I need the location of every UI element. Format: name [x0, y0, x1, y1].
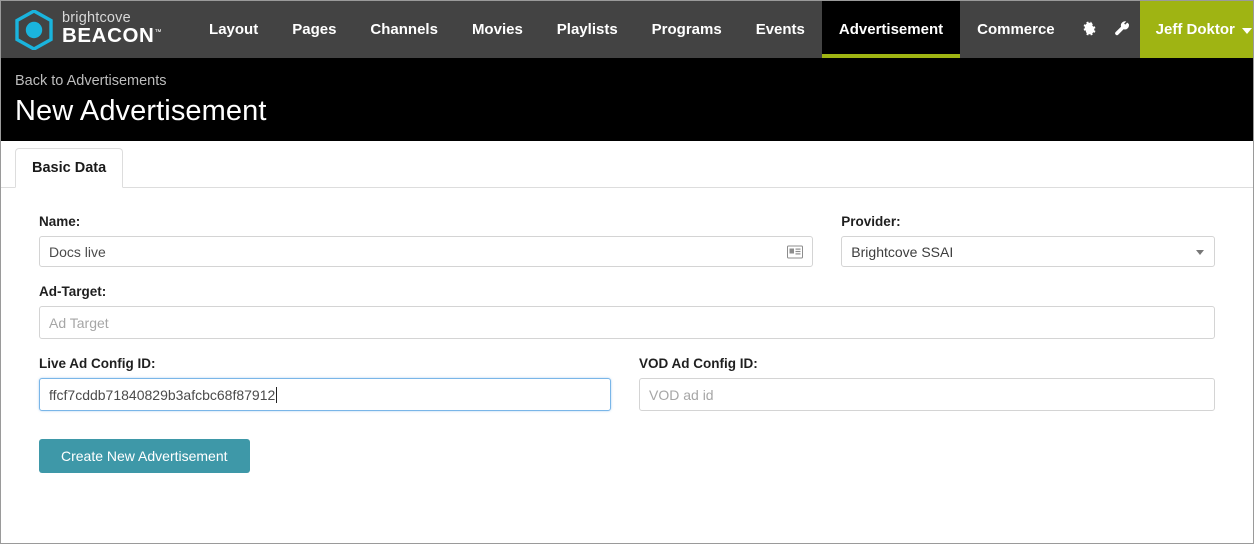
tab-bar: Basic Data [1, 141, 1253, 188]
provider-select[interactable]: Brightcove SSAI [841, 236, 1215, 267]
nav-item-channels[interactable]: Channels [353, 1, 455, 58]
field-group-provider: Provider: Brightcove SSAI [841, 214, 1215, 267]
provider-label: Provider: [841, 214, 901, 229]
provider-select-value: Brightcove SSAI [851, 243, 954, 260]
app-window: brightcove BEACON™ Layout Pages Channels… [0, 0, 1254, 544]
back-to-advertisements-link[interactable]: Back to Advertisements [15, 73, 167, 89]
gear-icon[interactable] [1072, 1, 1106, 58]
chevron-down-icon [1196, 249, 1204, 255]
nav-item-events[interactable]: Events [739, 1, 822, 58]
vod-ad-config-id-input[interactable]: VOD ad id [639, 378, 1215, 411]
live-ad-config-id-value: ffcf7cddb71840829b3afcbc68f87912 [49, 386, 276, 403]
ad-target-input[interactable]: Ad Target [39, 306, 1215, 339]
nav-item-programs[interactable]: Programs [635, 1, 739, 58]
name-input-value: Docs live [49, 243, 106, 260]
form-row-name-provider: Name: Docs live Provider: Brightcove SSA… [39, 214, 1215, 267]
contact-card-icon[interactable] [787, 245, 804, 258]
page-header: Back to Advertisements New Advertisement [1, 58, 1253, 141]
user-menu[interactable]: Jeff Doktor [1139, 1, 1253, 58]
nav-item-playlists[interactable]: Playlists [540, 1, 635, 58]
brand-name-bottom: BEACON™ [62, 24, 163, 47]
ad-target-placeholder: Ad Target [49, 314, 109, 331]
chevron-down-icon [1241, 27, 1252, 34]
text-cursor [276, 386, 278, 403]
field-group-vod-ad-config-id: VOD Ad Config ID: VOD ad id [639, 356, 1215, 411]
nav-item-layout[interactable]: Layout [192, 1, 275, 58]
wrench-icon[interactable] [1106, 1, 1140, 58]
field-group-name: Name: Docs live [39, 214, 814, 267]
trademark-mark: ™ [154, 29, 163, 37]
live-ad-config-id-input[interactable]: ffcf7cddb71840829b3afcbc68f87912 [39, 378, 611, 411]
nav-item-pages[interactable]: Pages [275, 1, 353, 58]
name-input[interactable]: Docs live [39, 236, 814, 267]
page-title: New Advertisement [15, 95, 267, 127]
field-group-ad-target: Ad-Target: Ad Target [39, 284, 1215, 339]
field-group-live-ad-config-id: Live Ad Config ID: ffcf7cddb71840829b3af… [39, 356, 611, 411]
name-label: Name: [39, 214, 81, 229]
vod-ad-config-id-placeholder: VOD ad id [649, 386, 714, 403]
nav-item-commerce[interactable]: Commerce [960, 1, 1072, 58]
create-new-advertisement-button[interactable]: Create New Advertisement [39, 439, 250, 473]
brand-logo[interactable]: brightcove BEACON™ [1, 1, 172, 58]
form-row-ad-target: Ad-Target: Ad Target [39, 284, 1215, 339]
form-row-config-ids: Live Ad Config ID: ffcf7cddb71840829b3af… [39, 356, 1215, 411]
nav-item-advertisement[interactable]: Advertisement [821, 1, 961, 58]
hexagon-circle-logo-icon [15, 8, 53, 51]
live-ad-config-id-label: Live Ad Config ID: [39, 356, 156, 371]
tab-basic-data[interactable]: Basic Data [15, 148, 124, 188]
advertisement-form: Name: Docs live Provider: Brightcove SSA… [1, 188, 1253, 473]
brand-wordmark: brightcove BEACON™ [62, 9, 163, 49]
vod-ad-config-id-label: VOD Ad Config ID: [639, 356, 758, 371]
nav-item-movies[interactable]: Movies [455, 1, 540, 58]
ad-target-label: Ad-Target: [39, 284, 107, 299]
top-navigation-bar: brightcove BEACON™ Layout Pages Channels… [1, 1, 1253, 58]
brand-name-top: brightcove [62, 9, 131, 26]
nav-item-list: Layout Pages Channels Movies Playlists P… [192, 1, 1140, 58]
user-menu-label: Jeff Doktor [1155, 21, 1235, 38]
